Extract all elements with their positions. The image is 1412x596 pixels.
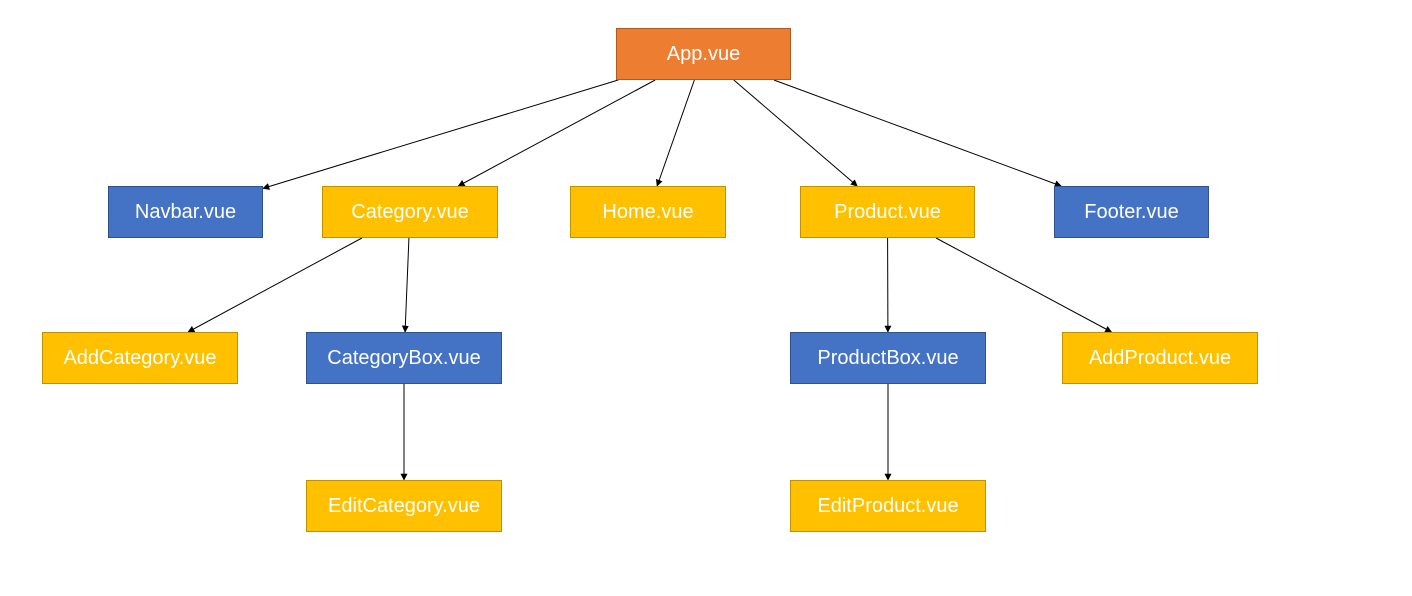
node-navbar: Navbar.vue [108, 186, 263, 238]
node-app: App.vue [616, 28, 791, 80]
node-footer: Footer.vue [1054, 186, 1209, 238]
edge-app-to-footer [774, 80, 1061, 186]
edge-app-to-home [657, 80, 694, 186]
edge-app-to-category [458, 80, 655, 186]
node-category: Category.vue [322, 186, 498, 238]
edges-layer [0, 0, 1412, 596]
node-product: Product.vue [800, 186, 975, 238]
edge-app-to-navbar [263, 80, 618, 188]
edge-category-to-addCategory [188, 238, 362, 332]
node-add-product: AddProduct.vue [1062, 332, 1258, 384]
node-edit-category: EditCategory.vue [306, 480, 502, 532]
edge-app-to-product [734, 80, 857, 186]
node-home: Home.vue [570, 186, 726, 238]
node-product-box: ProductBox.vue [790, 332, 986, 384]
node-edit-product: EditProduct.vue [790, 480, 986, 532]
diagram-canvas: App.vue Navbar.vue Category.vue Home.vue… [0, 0, 1412, 596]
node-category-box: CategoryBox.vue [306, 332, 502, 384]
edge-product-to-addProduct [936, 238, 1111, 332]
node-add-category: AddCategory.vue [42, 332, 238, 384]
edge-category-to-categoryBox [405, 238, 409, 332]
